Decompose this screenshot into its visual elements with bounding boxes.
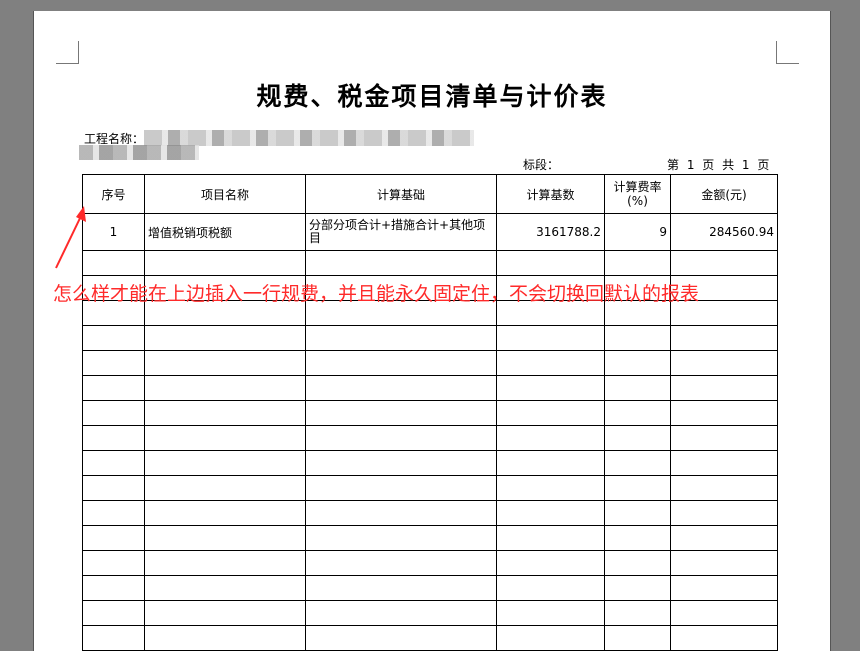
table-cell[interactable] bbox=[144, 625, 306, 651]
table-cell[interactable] bbox=[82, 625, 145, 651]
table-row[interactable] bbox=[82, 625, 778, 651]
annotation-question: 怎么样才能在上边插入一行规费，并且能永久固定住，不会切换回默认的报表 bbox=[53, 283, 700, 305]
table-cell[interactable] bbox=[305, 625, 497, 651]
table-cell[interactable] bbox=[670, 625, 778, 651]
table-cell[interactable] bbox=[496, 625, 605, 651]
annotation-arrow bbox=[55, 206, 86, 269]
table-cell[interactable] bbox=[604, 625, 671, 651]
